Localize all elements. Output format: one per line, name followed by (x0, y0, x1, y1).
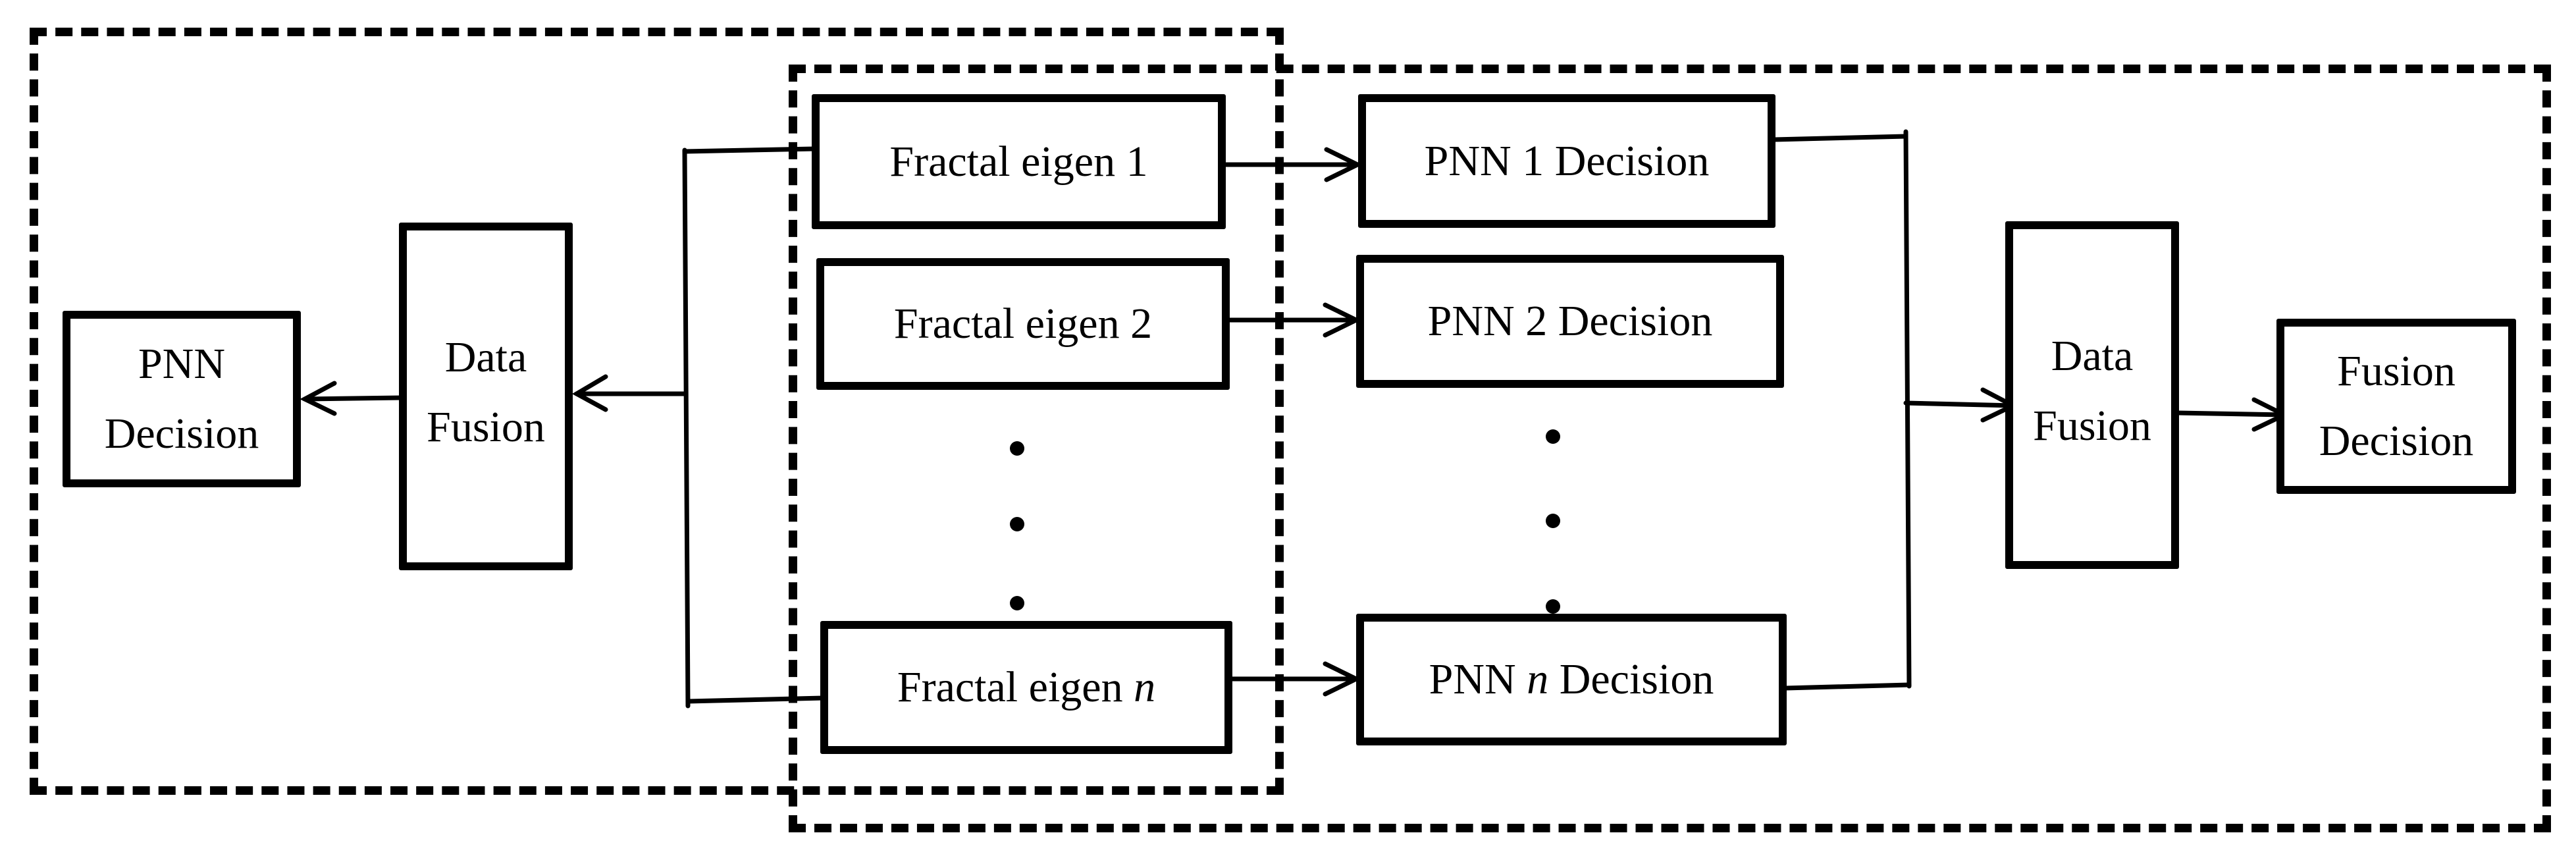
ellipsis-dot (1010, 596, 1024, 610)
pnn-1-prefix: PNN (1424, 136, 1511, 185)
pnn-decision-line1: PNN (138, 340, 226, 389)
pnn1-to-bus (1772, 134, 1908, 142)
pnn-2-index: 2 (1525, 297, 1548, 346)
pnn-n-prefix: PNN (1429, 655, 1516, 704)
fusion-decision-line2: Decision (2319, 417, 2474, 465)
pnn-n-decision-box: PNN n Decision (1356, 614, 1787, 745)
bus-to-fractal-eigen-n (685, 695, 826, 704)
right-data-fusion-line1: Data (2051, 332, 2134, 380)
ellipsis-dot (1546, 429, 1560, 444)
fractal-eigen-2-prefix: Fractal eigen (893, 300, 1120, 348)
ellipsis-dot (1546, 599, 1560, 614)
right-data-fusion-box: Data Fusion (2005, 221, 2179, 569)
arrow-to-fusion-decision (2175, 410, 2287, 417)
fractal-eigen-n-prefix: Fractal eigen (897, 663, 1123, 712)
fractal-eigen-2-box: Fractal eigen 2 (816, 258, 1230, 390)
pnn-1-index: 1 (1522, 136, 1544, 185)
pnn-decision-line2: Decision (104, 410, 259, 458)
pnn-2-decision-box: PNN 2 Decision (1356, 255, 1784, 388)
pnn-1-suffix: Decision (1554, 136, 1710, 185)
ellipsis-dot (1010, 441, 1024, 456)
fusion-decision-line1: Fusion (2337, 347, 2456, 396)
left-data-fusion-box: Data Fusion (399, 223, 573, 570)
left-bus-vertical (682, 148, 691, 709)
right-data-fusion-line2: Fusion (2033, 401, 2151, 450)
right-bus-vertical (1903, 129, 1912, 689)
ellipsis-dot (1010, 517, 1024, 531)
pnn-2-decision-label: PNN 2 Decision (1428, 286, 1713, 356)
connector-lines (300, 129, 2290, 709)
fractal-eigen-1-index: 1 (1126, 137, 1148, 186)
fractal-eigen-1-prefix: Fractal eigen (889, 137, 1116, 186)
pnn-2-suffix: Decision (1558, 297, 1713, 346)
fractal-eigen-n-label: Fractal eigen n (897, 653, 1155, 722)
pnn-n-suffix: Decision (1559, 655, 1714, 704)
fractal-eigen-1-label: Fractal eigen 1 (889, 127, 1147, 197)
fusion-decision-box: Fusion Decision (2276, 319, 2516, 494)
left-data-fusion-line1: Data (444, 333, 527, 381)
pnn-n-decision-label: PNN n Decision (1429, 645, 1714, 714)
fractal-eigen-2-label: Fractal eigen 2 (894, 289, 1152, 359)
fusion-architecture-diagram: PNN Decision Data Fusion Fractal eigen 1… (0, 0, 2576, 860)
fractal-eigen-1-box: Fractal eigen 1 (812, 94, 1226, 229)
pnnn-to-bus (1783, 682, 1912, 691)
fractal-eigen-n-index: n (1134, 663, 1156, 712)
arrow-to-right-data-fusion (1903, 400, 2016, 408)
pnn-1-decision-label: PNN 1 Decision (1425, 126, 1710, 196)
pnn-1-decision-box: PNN 1 Decision (1358, 94, 1775, 228)
arrow-to-pnn-decision (302, 395, 404, 402)
ellipsis-dot (1546, 514, 1560, 528)
fractal-eigen-n-box: Fractal eigen n (820, 621, 1232, 754)
fractal-eigen-2-index: 2 (1130, 300, 1153, 348)
pnn-decision-box: PNN Decision (63, 311, 301, 487)
pnn-2-prefix: PNN (1427, 297, 1515, 346)
pnn-n-index: n (1527, 655, 1549, 704)
bus-to-fractal-eigen-1 (682, 146, 817, 154)
left-data-fusion-line2: Fusion (427, 402, 545, 451)
